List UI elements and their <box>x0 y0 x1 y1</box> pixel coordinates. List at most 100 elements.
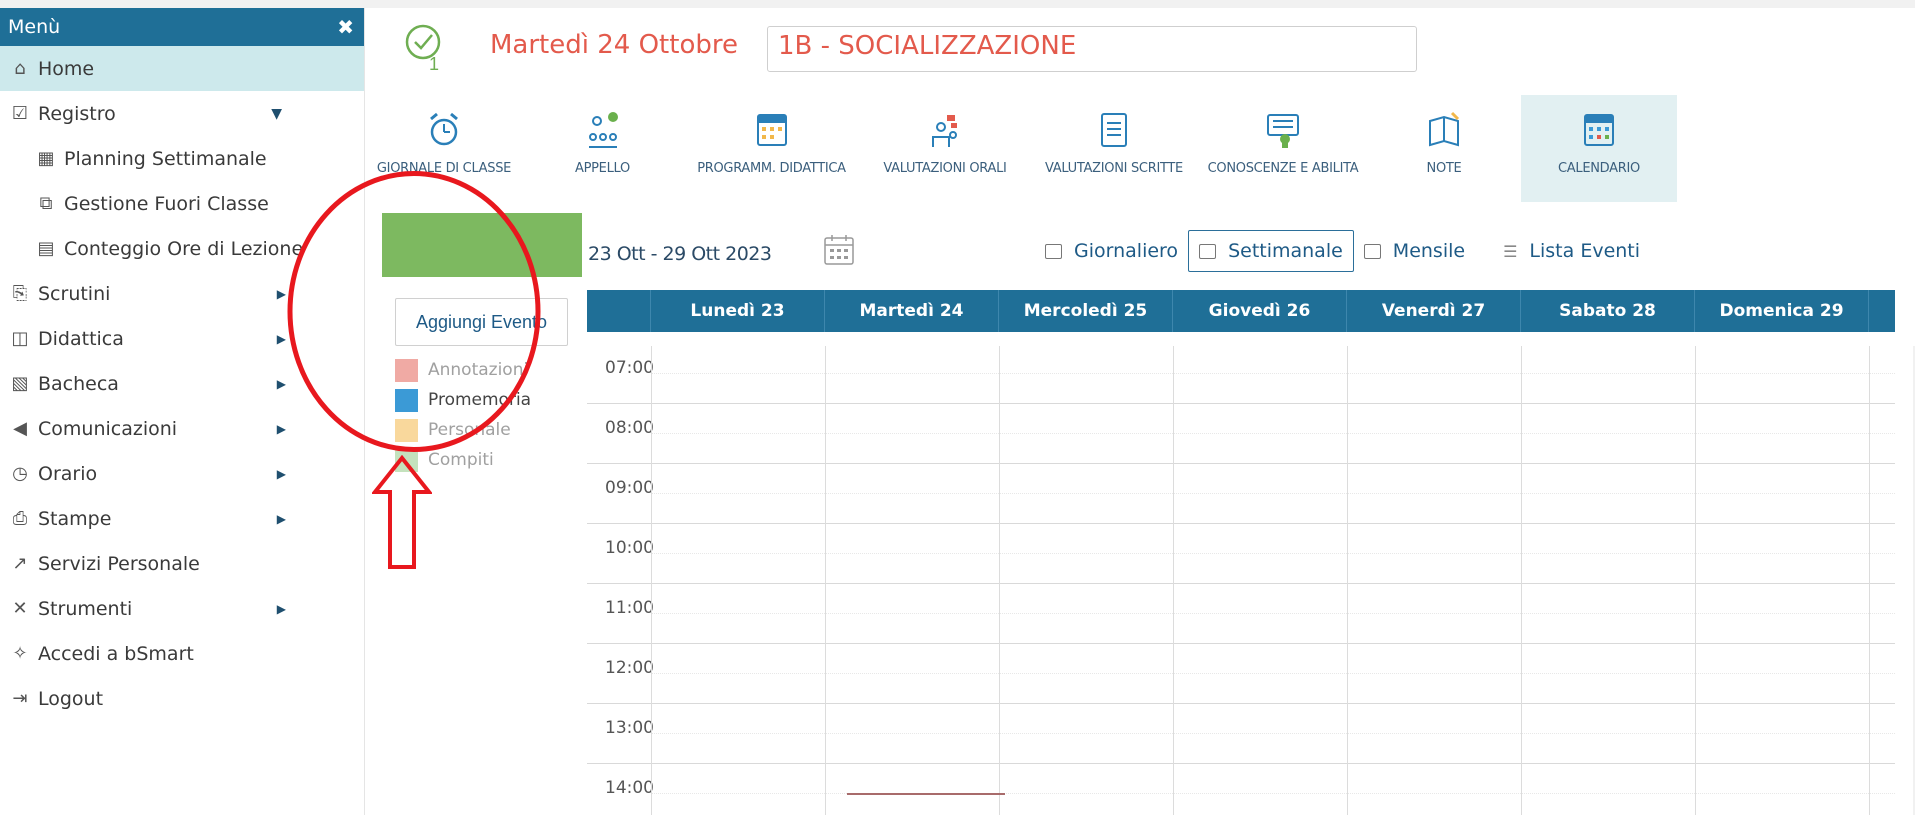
share-icon: ↗ <box>12 553 28 574</box>
alarm-clock-icon <box>430 112 458 146</box>
toolbar: GIORNALE DI CLASSE APPELLO PROGRAMM. DIDAT… <box>365 95 1915 202</box>
day-header[interactable]: Venerdì 27 <box>1347 290 1521 332</box>
toolbar-label: PROGRAMM. DIDATTICA <box>697 161 846 176</box>
view-list-button[interactable]: ☰ Lista Eventi <box>1493 230 1650 272</box>
day-header[interactable]: Mercoledì 25 <box>999 290 1173 332</box>
sidebar-item-logout[interactable]: ⇥ Logout <box>0 676 364 721</box>
bsmart-icon: ✧ <box>12 643 28 664</box>
half-hour-line <box>651 433 1895 434</box>
clock-icon: ◷ <box>12 463 28 484</box>
view-daily-button[interactable]: Giornaliero <box>1035 230 1188 272</box>
newspaper-icon: ▧ <box>11 373 29 394</box>
hour-row[interactable]: 08:00 <box>587 404 1895 464</box>
day-header[interactable]: Giovedì 26 <box>1173 290 1347 332</box>
sidebar-item-label: Comunicazioni <box>38 417 178 440</box>
hour-row[interactable]: 11:00 <box>587 584 1895 644</box>
check-circle-icon: 1 <box>405 24 441 72</box>
view-list-label: Lista Eventi <box>1529 240 1641 262</box>
hour-row[interactable]: 09:00 <box>587 464 1895 524</box>
sidebar-item-registro[interactable]: ☑ Registro ▼ <box>0 91 364 136</box>
date-picker-icon[interactable] <box>822 233 856 267</box>
caret-right-icon: ▶ <box>276 286 286 301</box>
week-range: 23 Ott - 29 Ott 2023 <box>588 243 772 265</box>
caret-right-icon: ▶ <box>276 331 286 346</box>
calculator-icon: ▤ <box>37 238 55 259</box>
sidebar-item-stampe[interactable]: ⎙ Stampe ▶ <box>0 496 364 541</box>
calendar-grid[interactable]: 07:00 08:00 09:00 10:00 11:00 12:00 13:00 14:00 <box>587 346 1895 815</box>
caret-down-icon: ▼ <box>271 105 282 122</box>
toolbar-appello[interactable]: APPELLO <box>523 95 682 202</box>
sidebar-item-label: Orario <box>38 462 98 485</box>
half-hour-line <box>651 493 1895 494</box>
sidebar-item-label: Didattica <box>38 327 124 350</box>
toolbar-label: CONOSCENZE E ABILITA <box>1207 161 1359 176</box>
sidebar-item-label: Registro <box>38 102 116 125</box>
view-switcher: Giornaliero Settimanale Mensile ☰ Lista … <box>1035 230 1650 272</box>
day-header[interactable]: Martedì 24 <box>825 290 999 332</box>
hour-row[interactable]: 13:00 <box>587 704 1895 764</box>
view-weekly-button[interactable]: Settimanale <box>1188 230 1354 272</box>
half-hour-line <box>651 673 1895 674</box>
sidebar-item-label: Conteggio Ore di Lezione <box>64 237 304 260</box>
day-header[interactable]: Sabato 28 <box>1521 290 1695 332</box>
hour-row[interactable]: 14:00 <box>587 764 1895 815</box>
day-header[interactable]: Lunedì 23 <box>651 290 825 332</box>
weekly-view-icon <box>1199 243 1217 259</box>
caret-right-icon: ▶ <box>276 421 286 436</box>
toolbar-calendario[interactable]: CALENDARIO <box>1521 95 1677 202</box>
up-arrow-annotation <box>372 455 432 569</box>
sidebar-item-home[interactable]: ⌂ Home <box>0 46 364 91</box>
highlight-ellipse <box>287 171 541 452</box>
sidebar-header: Menù ✖ <box>0 8 364 46</box>
toolbar-label: CALENDARIO <box>1558 161 1640 176</box>
half-hour-line <box>651 553 1895 554</box>
day-column-divider <box>1521 346 1522 815</box>
book-icon: ◫ <box>11 328 29 349</box>
hour-label: 14:00 <box>605 778 654 798</box>
home-icon: ⌂ <box>14 58 26 79</box>
sidebar-item-label: Gestione Fuori Classe <box>64 192 269 215</box>
toolbar-label: VALUTAZIONI ORALI <box>883 161 1007 176</box>
sidebar-item-orario[interactable]: ◷ Orario ▶ <box>0 451 364 496</box>
top-strip <box>0 0 1915 8</box>
tools-icon: ✕ <box>12 598 28 619</box>
logout-icon: ⇥ <box>12 688 28 709</box>
hour-row[interactable]: 10:00 <box>587 524 1895 584</box>
hour-label: 09:00 <box>605 478 654 498</box>
hour-row[interactable]: 07:00 <box>587 346 1895 404</box>
day-header[interactable]: Domenica 29 <box>1695 290 1869 332</box>
hour-label: 13:00 <box>605 718 654 738</box>
printer-icon: ⎙ <box>12 508 28 529</box>
event-marker[interactable] <box>847 793 1005 795</box>
toolbar-programm-didattica[interactable]: PROGRAMM. DIDATTICA <box>682 95 861 202</box>
day-column-divider <box>825 346 826 815</box>
calendar-icon: ▦ <box>37 148 55 169</box>
caret-right-icon: ▶ <box>276 511 286 526</box>
sidebar-item-accedi-a-bsmart[interactable]: ✧ Accedi a bSmart <box>0 631 364 676</box>
hour-label: 10:00 <box>605 538 654 558</box>
hour-label: 12:00 <box>605 658 654 678</box>
close-icon[interactable]: ✖ <box>337 15 354 39</box>
oral-grades-icon <box>932 115 957 147</box>
toolbar-valutazioni-orali[interactable]: VALUTAZIONI ORALI <box>861 95 1029 202</box>
view-monthly-button[interactable]: Mensile <box>1354 230 1475 272</box>
toolbar-note[interactable]: NOTE <box>1367 95 1521 202</box>
external-link-icon: ⧉ <box>39 193 53 214</box>
toolbar-valutazioni-scritte[interactable]: VALUTAZIONI SCRITTE <box>1029 95 1199 202</box>
written-grades-icon <box>1101 113 1127 147</box>
view-weekly-label: Settimanale <box>1228 240 1343 262</box>
sidebar-item-strumenti[interactable]: ✕ Strumenti ▶ <box>0 586 364 631</box>
sidebar-item-servizi-personale[interactable]: ↗ Servizi Personale <box>0 541 364 586</box>
page-title-date: Martedì 24 Ottobre <box>490 30 738 60</box>
checkbox-icon: ☑ <box>11 103 29 124</box>
class-selector[interactable]: 1B - SOCIALIZZAZIONE <box>767 26 1417 72</box>
sidebar-item-label: Strumenti <box>38 597 133 620</box>
view-monthly-label: Mensile <box>1392 240 1466 262</box>
hour-label: 07:00 <box>605 358 654 378</box>
legend-label: Compiti <box>428 450 494 470</box>
hour-row[interactable]: 12:00 <box>587 644 1895 704</box>
daily-view-icon <box>1045 243 1062 259</box>
toolbar-conoscenze-e-abilita[interactable]: CONOSCENZE E ABILITA <box>1199 95 1367 202</box>
time-column-header <box>587 290 651 332</box>
toolbar-label: VALUTAZIONI SCRITTE <box>1045 161 1183 176</box>
